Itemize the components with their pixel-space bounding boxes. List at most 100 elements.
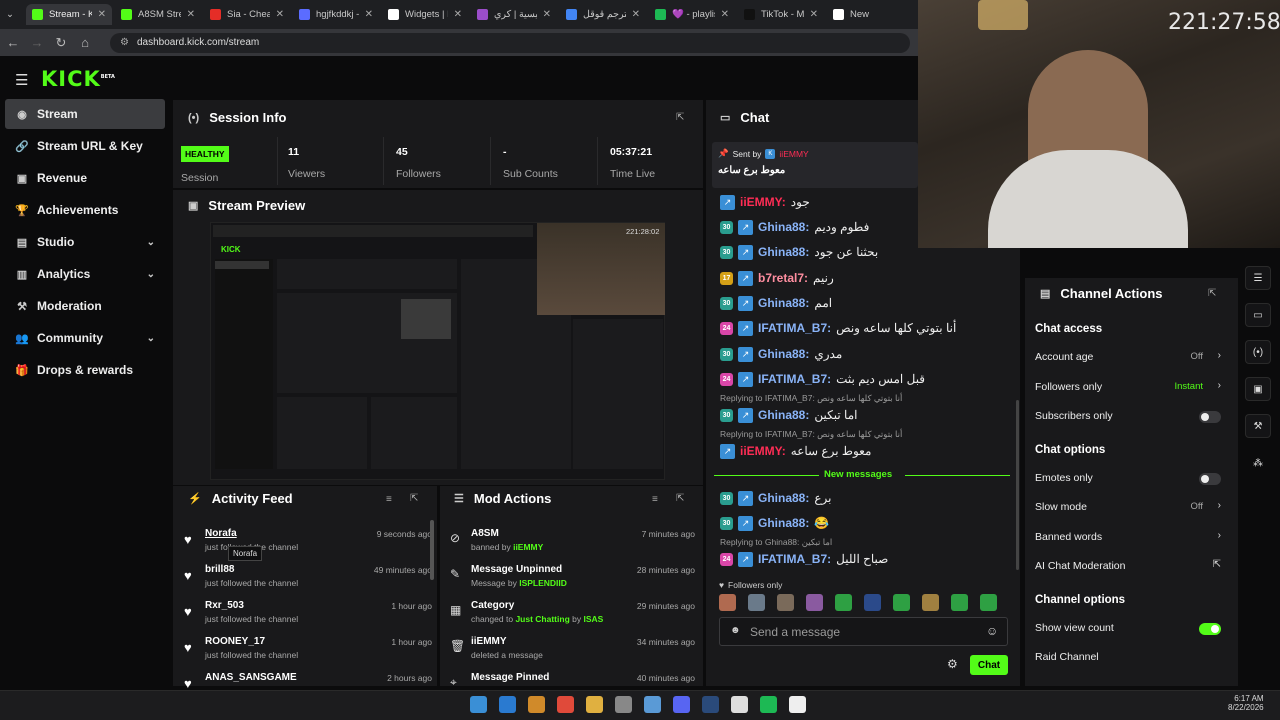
channel-row-followers-only[interactable]: Followers only Instant › xyxy=(1035,380,1225,397)
emote-icon[interactable] xyxy=(951,594,968,611)
chat-username[interactable]: Ghina88: xyxy=(758,408,809,422)
store-icon[interactable] xyxy=(644,696,661,713)
system-clock[interactable]: 6:17 AM 8/22/2026 xyxy=(1228,694,1264,712)
chevron-right-icon[interactable]: › xyxy=(1218,530,1221,541)
channel-row-subscribers-only[interactable]: Subscribers only xyxy=(1035,410,1225,426)
rail-broadcast-icon[interactable]: (•) xyxy=(1245,340,1271,364)
popout-icon[interactable]: ⇱ xyxy=(410,493,418,504)
chat-username[interactable]: iiEMMY: xyxy=(740,195,786,209)
channel-row-banned-words[interactable]: Banned words › xyxy=(1035,530,1225,547)
rail-hammer-icon[interactable]: ⚒ xyxy=(1245,414,1271,438)
tab-7[interactable]: 💜 - playlist ✕ xyxy=(649,4,735,25)
emote-icon[interactable] xyxy=(864,594,881,611)
chat-message[interactable]: ↗ iiEMMY: جود xyxy=(720,192,810,212)
channel-row-show-view-count[interactable]: Show view count xyxy=(1035,622,1225,638)
chat-message[interactable]: ↗ iiEMMY: معوط برع ساعه xyxy=(720,441,871,461)
detail-highlight[interactable]: ISAS xyxy=(584,614,604,624)
spotify-icon[interactable] xyxy=(760,696,777,713)
chrome-icon[interactable] xyxy=(557,696,574,713)
filter-icon[interactable]: ≡ xyxy=(652,494,658,505)
rail-list-icon[interactable]: ☰ xyxy=(1245,266,1271,290)
chat-username[interactable]: IFATIMA_B7: xyxy=(758,321,831,335)
list-item[interactable]: ♥Norafajust followed the channel9 second… xyxy=(180,528,432,564)
feed-scrollbar[interactable] xyxy=(430,520,434,580)
stream-preview-video[interactable]: KICK 221:28:02 xyxy=(210,222,665,480)
chevron-down-icon[interactable]: ⌄ xyxy=(147,333,155,344)
reload-icon[interactable]: ↻ xyxy=(50,35,72,51)
sidebar-item-analytics[interactable]: ▥ Analytics ⌄ xyxy=(5,259,165,289)
tab-5[interactable]: الرئيسية | كري ✕ xyxy=(471,4,557,25)
popout-icon[interactable]: ⇱ xyxy=(676,112,684,123)
chat-username[interactable]: Ghina88: xyxy=(758,347,809,361)
chat-message[interactable]: 24 ↗ IFATIMA_B7: صباح الليل xyxy=(720,549,888,569)
chat-settings-icon[interactable]: ⚙ xyxy=(947,657,958,671)
epic-icon[interactable] xyxy=(789,696,806,713)
sidebar-item-drops-rewards[interactable]: 🎁 Drops & rewards xyxy=(5,355,165,385)
tab-close-icon[interactable]: ✕ xyxy=(187,9,195,20)
toggle-switch[interactable] xyxy=(1199,411,1221,423)
chat-message[interactable]: 30 ↗ Ghina88: اما تبكين xyxy=(720,405,857,425)
home-icon[interactable]: ⌂ xyxy=(74,35,96,50)
channel-row-ai-chat-moderation[interactable]: AI Chat Moderation ⇱ xyxy=(1035,559,1225,576)
follower-name[interactable]: ROONEY_17 xyxy=(205,636,265,647)
tab-2[interactable]: Sia - Cheap ✕ xyxy=(204,4,290,25)
channel-row-emotes-only[interactable]: Emotes only xyxy=(1035,472,1225,488)
chat-message[interactable]: 30 ↗ Ghina88: مدري xyxy=(720,344,842,364)
chevron-right-icon[interactable]: › xyxy=(1218,380,1221,391)
steam-icon[interactable] xyxy=(702,696,719,713)
discord-icon[interactable] xyxy=(673,696,690,713)
follower-name[interactable]: ANAS_SANSGAME xyxy=(205,672,297,683)
emote-icon[interactable] xyxy=(748,594,765,611)
chat-username[interactable]: Ghina88: xyxy=(758,296,809,310)
chevron-down-icon[interactable]: ⌄ xyxy=(147,237,155,248)
chat-message[interactable]: 30 ↗ Ghina88: بحثنا عن جود xyxy=(720,242,878,262)
channel-row-slow-mode[interactable]: Slow mode Off › xyxy=(1035,500,1225,517)
chat-username[interactable]: IFATIMA_B7: xyxy=(758,372,831,386)
sidebar-item-stream-url-key[interactable]: 🔗 Stream URL & Key xyxy=(5,131,165,161)
toggle-switch[interactable] xyxy=(1199,623,1221,635)
tab-close-icon[interactable]: ✕ xyxy=(365,9,373,20)
list-item[interactable]: ▦ Category changed to Just Chatting by ISA… xyxy=(447,600,695,636)
tab-1[interactable]: A8SM Stream ✕ xyxy=(115,4,201,25)
detail-highlight[interactable]: iiEMMY xyxy=(513,542,543,552)
emote-icon[interactable] xyxy=(893,594,910,611)
tab-close-icon[interactable]: ✕ xyxy=(98,9,106,20)
list-item[interactable]: ♥ Rxr_503 just followed the channel 1 hour … xyxy=(180,600,432,636)
chat-message[interactable]: 30 ↗ Ghina88: امم xyxy=(720,293,832,313)
menu-icon[interactable]: ☰ xyxy=(15,71,28,89)
detail-highlight[interactable]: ISPLENDIID xyxy=(519,578,567,588)
follower-name[interactable]: Rxr_503 xyxy=(205,600,244,611)
back-icon[interactable]: ← xyxy=(2,35,24,50)
tab-4[interactable]: Widgets | Bo ✕ xyxy=(382,4,468,25)
chat-message[interactable]: 30 ↗ Ghina88: 😂 xyxy=(720,513,829,533)
emote-icon[interactable]: ☺ xyxy=(986,624,998,638)
apps-icon[interactable] xyxy=(528,696,545,713)
chat-username[interactable]: Ghina88: xyxy=(758,245,809,259)
tab-8[interactable]: TikTok - Mak ✕ xyxy=(738,4,824,25)
emote-icon[interactable] xyxy=(806,594,823,611)
list-item[interactable]: ✎ Message Unpinned Message by ISPLENDIID 28… xyxy=(447,564,695,600)
forward-icon[interactable]: → xyxy=(26,35,48,50)
emote-icon[interactable] xyxy=(719,594,736,611)
chat-username[interactable]: IFATIMA_B7: xyxy=(758,552,831,566)
sidebar-item-moderation[interactable]: ⚒ Moderation xyxy=(5,291,165,321)
tab-close-icon[interactable]: ✕ xyxy=(632,9,640,20)
chat-message[interactable]: 17 ↗ b7retal7: رنيم xyxy=(720,268,834,288)
chat-scrollbar[interactable] xyxy=(1016,400,1019,570)
chat-message[interactable]: 24 ↗ IFATIMA_B7: قبل امس ديم بثت xyxy=(720,369,925,389)
list-item[interactable]: ♥ ROONEY_17 just followed the channel 1 hou… xyxy=(180,636,432,672)
tab-6[interactable]: مترجم قوقل ✕ xyxy=(560,4,646,25)
chevron-right-icon[interactable]: › xyxy=(1218,500,1221,511)
sidebar-item-studio[interactable]: ▤ Studio ⌄ xyxy=(5,227,165,257)
tab-9[interactable]: New Tab xyxy=(827,4,877,25)
emote-icon[interactable] xyxy=(777,594,794,611)
emote-icon[interactable] xyxy=(980,594,997,611)
tab-close-icon[interactable]: ✕ xyxy=(721,9,729,20)
sidebar-item-revenue[interactable]: ▣ Revenue xyxy=(5,163,165,193)
edge-icon[interactable] xyxy=(499,696,516,713)
chat-send-button[interactable]: Chat xyxy=(970,655,1008,675)
capcut-icon[interactable] xyxy=(731,696,748,713)
channel-row-account-age[interactable]: Account age Off › xyxy=(1035,350,1225,367)
list-item[interactable]: ♥ brill88 just followed the channel 49 minu… xyxy=(180,564,432,600)
chevron-right-icon[interactable]: › xyxy=(1218,350,1221,361)
